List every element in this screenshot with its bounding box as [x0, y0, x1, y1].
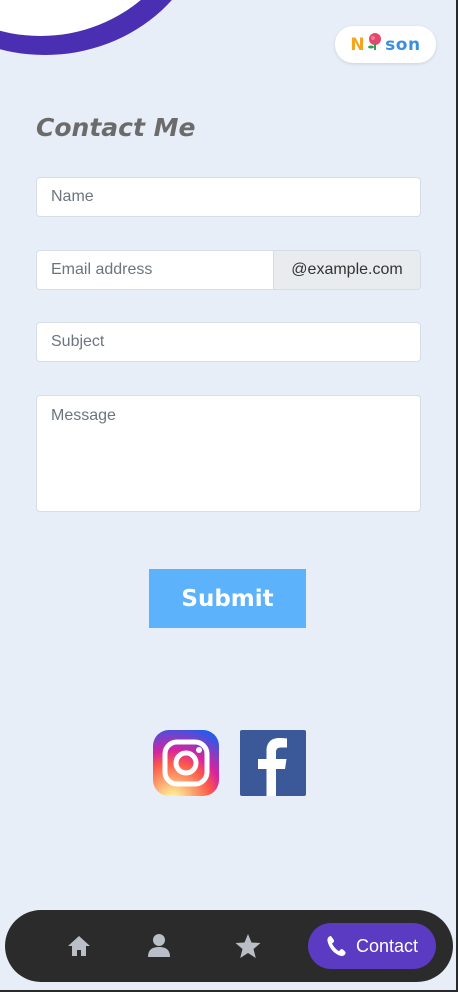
nav-contact-button[interactable]: Contact — [308, 923, 436, 969]
decorative-blob — [0, 0, 210, 55]
subject-field[interactable]: Subject — [36, 322, 421, 362]
user-icon[interactable] — [145, 932, 173, 960]
email-placeholder: Email address — [51, 261, 153, 278]
page-title: Contact Me — [36, 113, 196, 142]
bottom-navbar: Contact — [5, 910, 453, 982]
submit-button[interactable]: Submit — [149, 569, 306, 628]
home-icon[interactable] — [65, 932, 93, 960]
instagram-icon[interactable] — [153, 730, 219, 796]
name-placeholder: Name — [51, 188, 94, 205]
subject-placeholder: Subject — [51, 333, 105, 350]
nav-contact-label: Contact — [356, 935, 419, 956]
flower-icon — [366, 32, 384, 50]
message-placeholder: Message — [51, 407, 116, 424]
facebook-icon[interactable] — [240, 730, 306, 796]
message-field[interactable]: Message — [36, 395, 421, 512]
email-group: Email address @example.com — [36, 250, 421, 290]
app-frame: N son Contact Me Name Email address @exa… — [0, 0, 458, 992]
name-field[interactable]: Name — [36, 177, 421, 217]
email-field[interactable]: Email address — [36, 250, 273, 290]
star-icon[interactable] — [234, 932, 262, 960]
phone-icon — [327, 936, 346, 957]
email-suffix: @example.com — [273, 250, 421, 290]
logo[interactable]: N son — [335, 26, 436, 63]
